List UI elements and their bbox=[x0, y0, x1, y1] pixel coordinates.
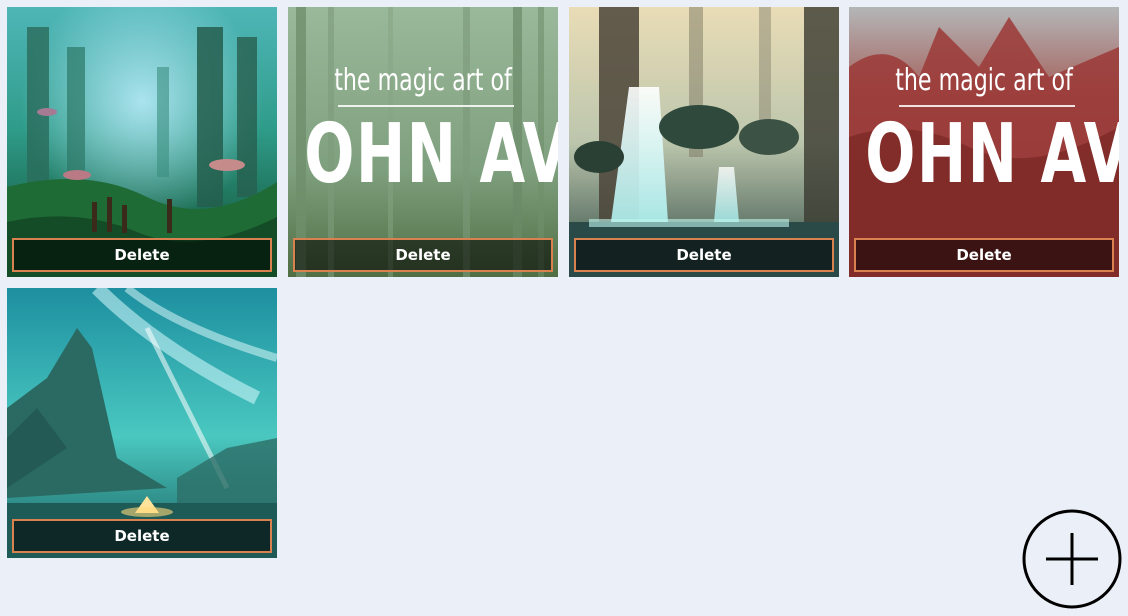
plus-circle-icon bbox=[1022, 509, 1122, 609]
gallery-card: the magic art of OHN AVO Delete bbox=[849, 7, 1119, 277]
album-title-small: the magic art of bbox=[895, 63, 1073, 98]
aurora-artwork-image bbox=[7, 288, 277, 558]
add-button[interactable] bbox=[1022, 509, 1122, 609]
album-title-big: OHN AVO bbox=[865, 107, 1119, 202]
album-title-small: the magic art of bbox=[334, 63, 512, 98]
delete-button[interactable]: Delete bbox=[12, 238, 272, 272]
gallery-card: the magic art of OHN AVO Delete bbox=[288, 7, 558, 277]
gallery-card: Delete bbox=[7, 288, 277, 558]
album-title-big: OHN AVO bbox=[304, 107, 558, 202]
gallery-card: Delete bbox=[569, 7, 839, 277]
waterfall-artwork-image bbox=[569, 7, 839, 277]
gallery-card: Delete bbox=[7, 7, 277, 277]
delete-button[interactable]: Delete bbox=[12, 519, 272, 553]
forest-artwork-image bbox=[7, 7, 277, 277]
delete-button[interactable]: Delete bbox=[854, 238, 1114, 272]
delete-button[interactable]: Delete bbox=[574, 238, 834, 272]
delete-button[interactable]: Delete bbox=[293, 238, 553, 272]
